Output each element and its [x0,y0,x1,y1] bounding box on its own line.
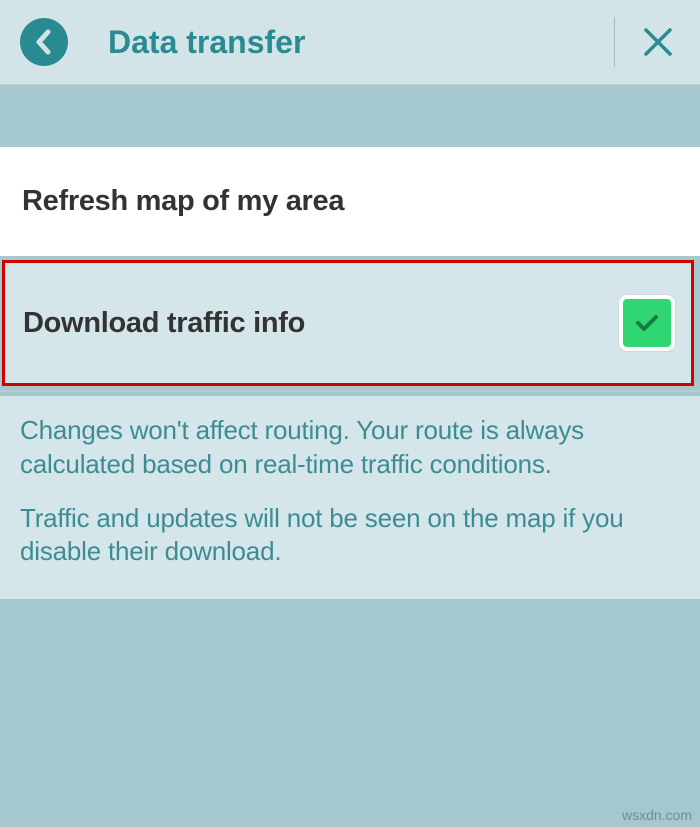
refresh-map-row[interactable]: Refresh map of my area [0,147,700,256]
spacer [0,85,700,147]
info-panel: Changes won't affect routing. Your route… [0,396,700,599]
page-title: Data transfer [108,24,614,61]
info-paragraph-2: Traffic and updates will not be seen on … [20,502,680,570]
close-button[interactable] [615,0,700,85]
divider [0,390,700,392]
chevron-left-icon [34,29,54,55]
info-paragraph-1: Changes won't affect routing. Your route… [20,414,680,482]
close-icon [641,25,675,59]
download-traffic-label: Download traffic info [23,307,305,340]
watermark: wsxdn.com [622,807,692,823]
back-button[interactable] [20,18,68,66]
download-traffic-toggle[interactable] [619,295,675,351]
download-traffic-row[interactable]: Download traffic info [2,260,694,386]
check-icon [632,308,662,338]
refresh-map-label: Refresh map of my area [22,185,678,218]
header-bar: Data transfer [0,0,700,85]
